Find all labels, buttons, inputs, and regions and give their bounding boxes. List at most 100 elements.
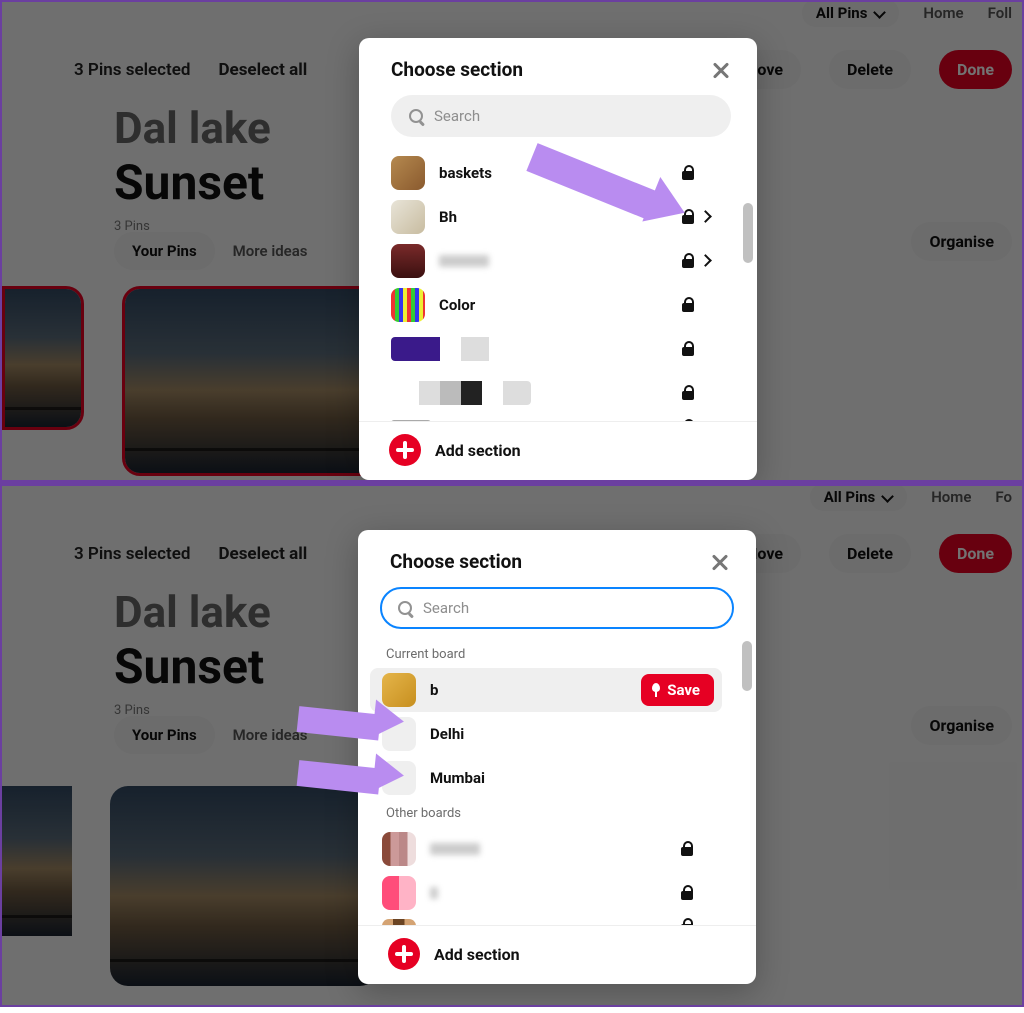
board-title-2: Sunset bbox=[114, 154, 271, 211]
pin-thumbnails bbox=[2, 786, 378, 986]
pin-thumbnail[interactable] bbox=[2, 786, 72, 936]
list-item[interactable] bbox=[391, 239, 757, 283]
delete-button[interactable]: Delete bbox=[829, 50, 911, 89]
choose-section-modal: Choose section baskets Bh bbox=[359, 38, 757, 480]
chevron-right-icon bbox=[701, 254, 713, 266]
lock-icon bbox=[681, 420, 695, 421]
lock-icon bbox=[681, 254, 695, 268]
list-item[interactable]: Bh bbox=[391, 195, 757, 239]
list-item[interactable] bbox=[382, 915, 756, 925]
tab-your-pins[interactable]: Your Pins bbox=[114, 232, 215, 270]
list-item[interactable] bbox=[382, 871, 756, 915]
pin-thumbnail[interactable] bbox=[2, 286, 84, 430]
section-name: Color bbox=[439, 296, 475, 314]
board-title-2: Sunset bbox=[114, 638, 271, 695]
delete-button[interactable]: Delete bbox=[829, 534, 911, 573]
chevron-down-icon bbox=[873, 7, 885, 19]
section-name bbox=[439, 255, 489, 267]
section-thumb-icon bbox=[382, 832, 416, 866]
board-header: Dal lake Sunset 3 Pins bbox=[114, 102, 271, 234]
all-pins-label: All Pins bbox=[824, 488, 876, 506]
plus-icon[interactable] bbox=[388, 938, 420, 970]
list-item[interactable] bbox=[382, 827, 756, 871]
section-name: Bh bbox=[439, 208, 457, 226]
done-button[interactable]: Done bbox=[939, 50, 1012, 89]
all-pins-pill[interactable]: All Pins bbox=[802, 2, 900, 27]
lock-icon bbox=[681, 166, 695, 180]
close-icon[interactable] bbox=[710, 552, 730, 572]
section-thumb-icon bbox=[391, 337, 531, 361]
list-item[interactable]: Delhi bbox=[382, 712, 756, 756]
deselect-all-button[interactable]: Deselect all bbox=[218, 544, 307, 564]
tab-more-ideas[interactable]: More ideas bbox=[225, 232, 316, 270]
lock-icon bbox=[681, 342, 695, 356]
tab-your-pins[interactable]: Your Pins bbox=[114, 716, 215, 754]
board-tabs: Your Pins More ideas bbox=[114, 232, 316, 270]
nav-home[interactable]: Home bbox=[931, 488, 971, 506]
section-list[interactable]: Current board b Save Delhi Mumbai Other … bbox=[358, 637, 756, 925]
section-thumb-icon bbox=[391, 200, 425, 234]
board-tabs: Your Pins More ideas bbox=[114, 716, 316, 754]
list-item[interactable] bbox=[391, 371, 757, 415]
section-name: Mumbai bbox=[430, 769, 485, 787]
close-icon[interactable] bbox=[711, 60, 731, 80]
section-thumb-icon bbox=[391, 381, 531, 405]
lock-icon bbox=[680, 842, 694, 856]
search-input[interactable] bbox=[434, 107, 713, 125]
list-item[interactable]: b Save bbox=[370, 668, 722, 712]
search-field[interactable] bbox=[391, 95, 731, 137]
nav-home[interactable]: Home bbox=[923, 4, 963, 22]
section-name bbox=[430, 887, 438, 899]
section-list[interactable]: baskets Bh Color bbox=[359, 147, 757, 421]
section-thumb-icon bbox=[391, 420, 431, 421]
modal-footer: Add section bbox=[358, 925, 756, 984]
section-thumb-icon bbox=[391, 156, 425, 190]
lock-icon bbox=[680, 886, 694, 900]
organise-button[interactable]: Organise bbox=[911, 706, 1012, 745]
chevron-down-icon bbox=[881, 491, 893, 503]
pin-icon bbox=[651, 683, 661, 697]
pins-selected-label: 3 Pins selected bbox=[74, 544, 190, 564]
board-title-1: Dal lake bbox=[114, 102, 271, 154]
nav-following[interactable]: Foll bbox=[988, 4, 1012, 22]
save-button[interactable]: Save bbox=[641, 674, 714, 706]
lock-icon bbox=[681, 298, 695, 312]
list-item[interactable]: Color bbox=[391, 283, 757, 327]
search-field[interactable] bbox=[380, 587, 734, 629]
add-section-button[interactable]: Add section bbox=[434, 945, 520, 964]
plus-icon[interactable] bbox=[389, 434, 421, 466]
pin-thumbnail[interactable] bbox=[122, 286, 390, 476]
deselect-all-button[interactable]: Deselect all bbox=[218, 60, 307, 80]
search-input[interactable] bbox=[423, 599, 716, 617]
chevron-right-icon bbox=[701, 210, 713, 222]
choose-section-modal: Choose section Current board b Save bbox=[358, 530, 756, 984]
organise-button[interactable]: Organise bbox=[911, 222, 1012, 261]
nav-following[interactable]: Fo bbox=[995, 488, 1012, 506]
done-button[interactable]: Done bbox=[939, 534, 1012, 573]
list-item[interactable]: Mumbai bbox=[382, 756, 756, 800]
pins-selected-label: 3 Pins selected bbox=[74, 60, 190, 80]
pin-thumbnail[interactable] bbox=[110, 786, 378, 986]
section-thumb-icon bbox=[391, 288, 425, 322]
section-name bbox=[430, 843, 480, 855]
section-thumb-icon bbox=[391, 244, 425, 278]
lock-icon bbox=[680, 919, 694, 925]
pin-thumbnails bbox=[2, 286, 390, 476]
top-nav: All Pins Home Foll bbox=[792, 2, 1022, 28]
list-item[interactable] bbox=[391, 327, 757, 371]
section-name: b bbox=[430, 681, 438, 699]
list-heading-other: Other boards bbox=[382, 800, 756, 827]
board-header: Dal lake Sunset 3 Pins bbox=[114, 586, 271, 718]
lock-icon bbox=[681, 386, 695, 400]
list-item[interactable] bbox=[391, 415, 757, 421]
all-pins-label: All Pins bbox=[816, 4, 868, 22]
modal-footer: Add section bbox=[359, 421, 757, 480]
top-nav: All Pins Home Fo bbox=[800, 486, 1022, 512]
board-title-1: Dal lake bbox=[114, 586, 271, 638]
search-icon bbox=[398, 601, 413, 616]
section-thumb-icon bbox=[382, 919, 416, 925]
modal-title: Choose section bbox=[391, 58, 523, 81]
add-section-button[interactable]: Add section bbox=[435, 441, 521, 460]
section-name: Delhi bbox=[430, 725, 464, 743]
all-pins-pill[interactable]: All Pins bbox=[810, 486, 908, 511]
